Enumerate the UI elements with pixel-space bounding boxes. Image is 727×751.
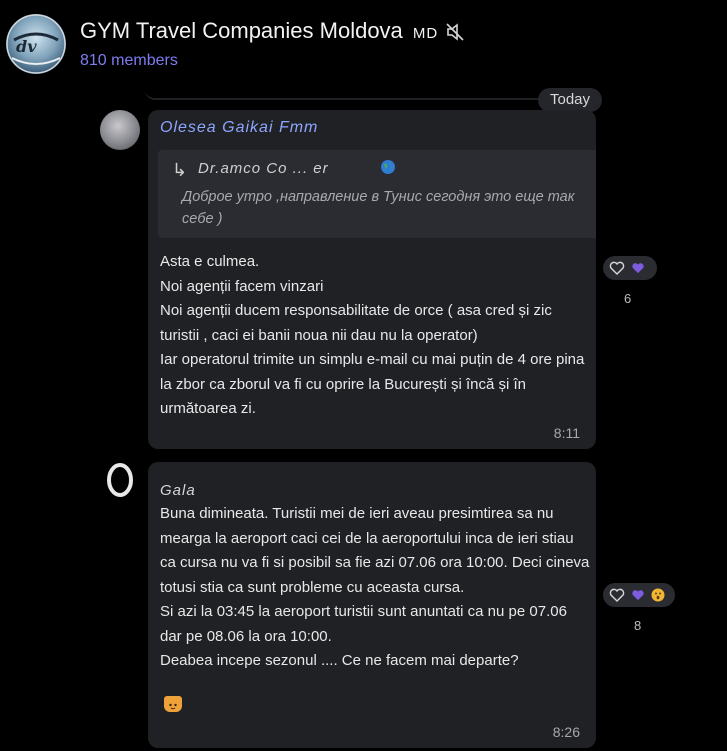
group-avatar[interactable]: dv [6, 14, 66, 74]
reaction-count: 8 [634, 618, 642, 633]
message-text: Asta e culmea. Noi agenții facem vinzari… [160, 253, 585, 417]
member-count: 810 members [80, 52, 178, 69]
svg-text:dv: dv [16, 37, 37, 56]
purple-heart-icon[interactable] [631, 589, 645, 601]
message-text: Buna dimineata. Turistii mei de ieri ave… [160, 505, 590, 669]
reply-arrow-icon: ↳ [172, 160, 188, 180]
group-title-text: GYM Travel Companies Moldova [80, 18, 403, 43]
heart-outline-icon[interactable] [609, 261, 625, 275]
message-bubble[interactable]: Gala Buna dimineata. Turistii mei de ier… [148, 462, 596, 748]
reaction-count: 6 [624, 291, 632, 306]
date-chip: Today [538, 88, 602, 112]
group-title-suffix: MD [412, 25, 439, 42]
sender-name[interactable]: Olesea Gaikai Fmm [160, 119, 318, 137]
message-time: 8:26 [552, 724, 580, 740]
message-bubble[interactable]: Olesea Gaikai Fmm ↳ Dr.amco Co ... er До… [148, 110, 596, 449]
sender-avatar[interactable] [106, 462, 134, 498]
group-logo-icon: dv [6, 14, 66, 74]
previous-message-edge [145, 86, 597, 100]
reaction-bar[interactable] [603, 256, 657, 280]
purple-heart-icon[interactable] [631, 262, 645, 274]
reply-sender-name: Dr.amco Co ... er [198, 160, 329, 177]
reply-preview[interactable]: ↳ Dr.amco Co ... er Доброе утро ,направл… [158, 150, 596, 238]
cat-emoji-icon [164, 696, 182, 712]
group-title: GYM Travel Companies Moldova MD [80, 18, 438, 44]
reply-text: Доброе утро ,направление в Тунис сегодня… [182, 189, 575, 227]
astonished-face-icon[interactable] [651, 588, 665, 602]
chat-header: dv GYM Travel Companies Moldova MD 810 m… [0, 0, 727, 88]
reaction-bar[interactable] [603, 583, 675, 607]
globe-icon [381, 160, 395, 174]
heart-outline-icon[interactable] [609, 588, 625, 602]
message-time: 8:11 [553, 425, 580, 441]
sender-name[interactable]: Gala [160, 482, 196, 499]
sender-avatar[interactable] [100, 110, 140, 150]
speaker-muted-icon [445, 22, 465, 46]
